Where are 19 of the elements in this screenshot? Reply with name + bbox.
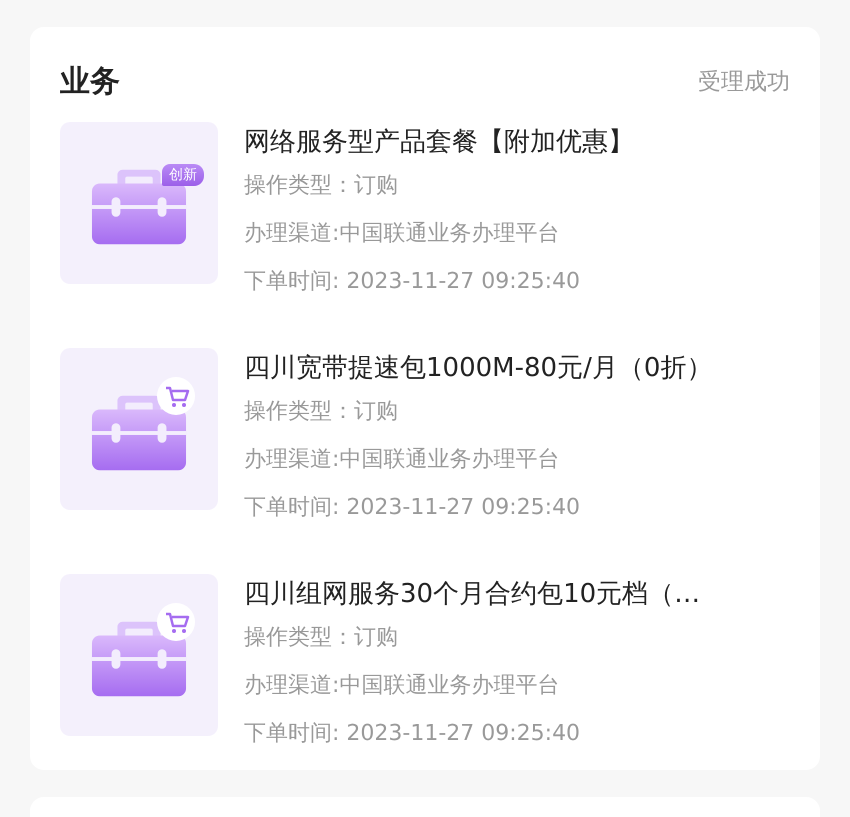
order-detail: 办理渠道:中国联通业务办理平台 [244, 220, 560, 248]
order-detail: 下单时间: 2023-11-27 09:25:40 [244, 268, 582, 296]
new-tag: 创新 [162, 164, 204, 186]
order-detail: 操作类型：订购 [244, 624, 399, 652]
briefcase-icon [90, 393, 188, 473]
cart-icon [156, 376, 196, 416]
order-status: 受理成功 [698, 68, 790, 97]
product-name: 网络服务型产品套餐【附加优惠】 [244, 126, 634, 159]
cart-icon [156, 602, 196, 642]
order-detail: 办理渠道:中国联通业务办理平台 [244, 672, 560, 700]
section-title: 业务 [60, 63, 120, 101]
order-detail: 下单时间: 2023-11-27 09:25:40 [244, 494, 582, 522]
product-name: 四川宽带提速包1000M-80元/月（0折） [244, 352, 712, 385]
order-detail: 操作类型：订购 [244, 172, 399, 200]
product-name: 四川组网服务30个月合约包10元档（… [244, 578, 700, 611]
order-detail: 办理渠道:中国联通业务办理平台 [244, 446, 560, 474]
briefcase-icon [90, 619, 188, 699]
order-detail: 操作类型：订购 [244, 398, 399, 426]
order-detail: 下单时间: 2023-11-27 09:25:40 [244, 720, 582, 748]
